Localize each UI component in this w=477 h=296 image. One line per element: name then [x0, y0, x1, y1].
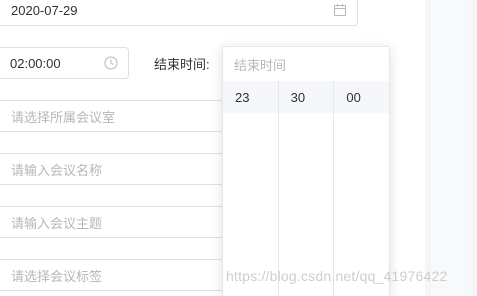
meeting-topic-input[interactable]: 请输入会议主题 [0, 206, 236, 238]
end-time-picker: 结束时间 23 30 00 [222, 46, 390, 296]
meeting-room-placeholder: 请选择所属会议室 [11, 109, 116, 125]
side-panel-inner [431, 0, 471, 296]
side-panel [425, 0, 477, 296]
start-time-input[interactable]: 02:00:00 [0, 47, 129, 79]
clock-icon[interactable] [104, 56, 118, 70]
minute-selected[interactable]: 30 [278, 81, 334, 113]
end-time-placeholder: 结束时间 [234, 57, 287, 73]
watermark: https://blog.csdn.net/qq_41976422 [226, 268, 448, 284]
hour-column[interactable]: 23 [223, 81, 279, 296]
second-selected[interactable]: 00 [334, 81, 390, 113]
meeting-room-select[interactable]: 请选择所属会议室 [0, 100, 236, 132]
date-input[interactable]: 2020-07-29 [0, 0, 358, 26]
time-spinner: 23 30 00 [223, 81, 390, 296]
meeting-tags-placeholder: 请选择会议标签 [11, 268, 103, 284]
meeting-name-placeholder: 请输入会议名称 [11, 162, 103, 178]
minute-column[interactable]: 30 [278, 81, 335, 296]
hour-selected[interactable]: 23 [223, 81, 278, 113]
calendar-icon[interactable] [333, 3, 347, 17]
meeting-topic-placeholder: 请输入会议主题 [11, 215, 103, 231]
start-time-value: 02:00:00 [10, 55, 61, 71]
end-time-label: 结束时间: [154, 57, 210, 72]
end-time-input[interactable]: 结束时间 [223, 47, 389, 82]
meeting-tags-select[interactable]: 请选择会议标签 [0, 259, 236, 291]
second-column[interactable]: 00 [334, 81, 390, 296]
meeting-name-input[interactable]: 请输入会议名称 [0, 153, 236, 185]
date-value: 2020-07-29 [11, 2, 78, 18]
